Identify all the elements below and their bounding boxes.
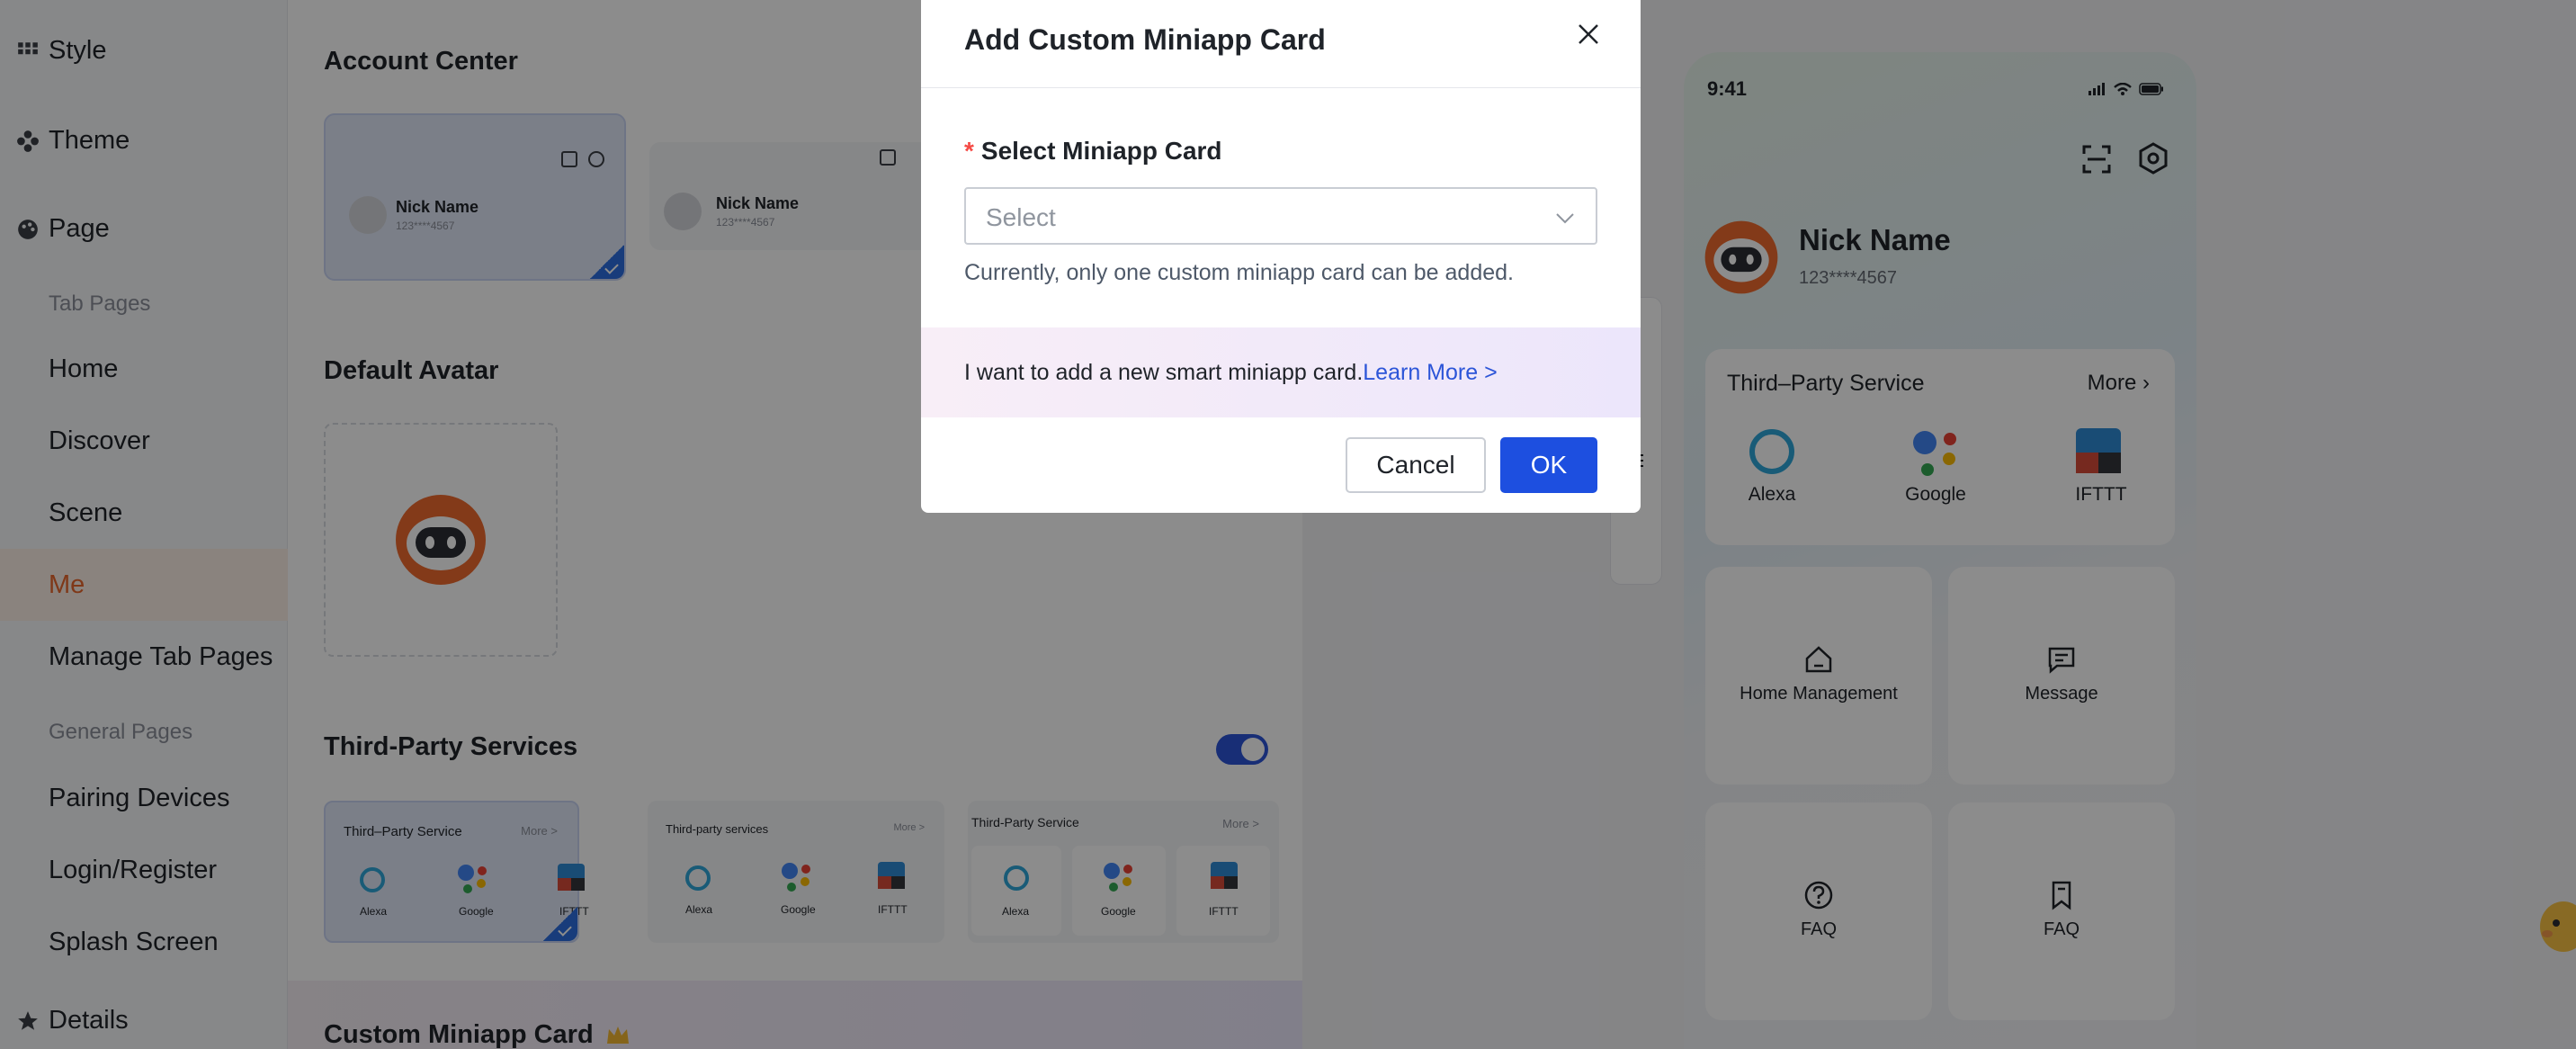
- learn-more-link[interactable]: Learn More >: [1363, 360, 1497, 385]
- banner-text: I want to add a new smart miniapp card.L…: [964, 360, 1498, 386]
- banner-message: I want to add a new smart miniapp card.: [964, 360, 1364, 385]
- learn-more-banner: I want to add a new smart miniapp card.L…: [921, 327, 1641, 417]
- select-miniapp-label: * Select Miniapp Card: [964, 137, 1222, 166]
- field-hint: Currently, only one custom miniapp card …: [964, 260, 1514, 285]
- required-mark: *: [964, 137, 974, 165]
- dialog-header: Add Custom Miniapp Card: [921, 0, 1641, 88]
- close-icon[interactable]: [1572, 18, 1605, 50]
- cancel-button[interactable]: Cancel: [1346, 437, 1486, 493]
- dialog-title: Add Custom Miniapp Card: [964, 23, 1326, 56]
- miniapp-card-select[interactable]: Select: [964, 187, 1597, 245]
- ok-button[interactable]: OK: [1500, 437, 1597, 493]
- chevron-down-icon: [1556, 213, 1574, 224]
- select-placeholder: Select: [986, 203, 1056, 231]
- add-custom-miniapp-dialog: Add Custom Miniapp Card * Select Miniapp …: [921, 0, 1641, 513]
- field-label-text: Select Miniapp Card: [980, 137, 1222, 165]
